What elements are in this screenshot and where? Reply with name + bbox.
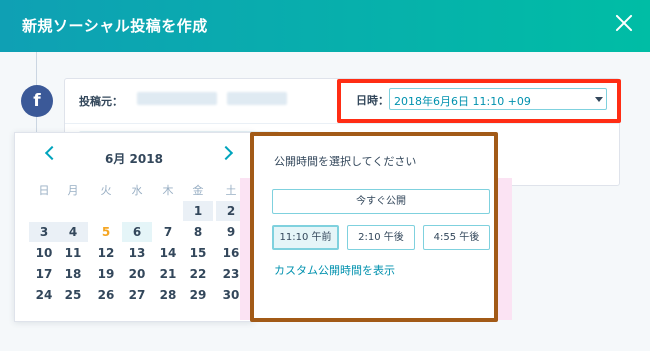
time-picker-title: 公開時間を選択してください [274, 155, 417, 168]
highlight-box-red [337, 79, 621, 123]
chevron-right-icon[interactable] [218, 145, 234, 161]
card-divider [65, 123, 619, 124]
calendar-day[interactable]: 17 [29, 264, 59, 284]
calendar-day[interactable]: 29 [183, 285, 213, 305]
weekday-label: 火 [100, 184, 112, 197]
close-icon[interactable] [614, 13, 634, 33]
source-label: 投稿元： [79, 95, 123, 108]
weekday-label: 木 [162, 184, 174, 197]
calendar-day[interactable]: 7 [153, 222, 183, 242]
calendar-day[interactable]: 15 [183, 243, 213, 263]
blurred-account [137, 92, 217, 105]
facebook-icon: f [21, 85, 53, 117]
time-option-button[interactable]: 11:10 午前 [272, 225, 339, 250]
calendar-day[interactable]: 28 [153, 285, 183, 305]
calendar-day[interactable]: 6 [122, 222, 152, 242]
calendar-day[interactable]: 18 [58, 264, 88, 284]
time-picker-popover: 公開時間を選択してください 今すぐ公開 11:10 午前 2:10 午後 4:5… [250, 132, 498, 322]
calendar-day[interactable]: 12 [91, 243, 121, 263]
weekday-label: 水 [131, 184, 143, 197]
calendar-day[interactable]: 20 [122, 264, 152, 284]
calendar-day[interactable]: 21 [153, 264, 183, 284]
calendar-day[interactable]: 19 [91, 264, 121, 284]
modal-title: 新規ソーシャル投稿を作成 [22, 17, 208, 35]
calendar-month: 6月 2018 [105, 152, 163, 166]
calendar-day[interactable]: 8 [183, 222, 213, 242]
calendar-day[interactable]: 10 [29, 243, 59, 263]
time-option-button[interactable]: 2:10 午後 [347, 225, 415, 250]
calendar-day[interactable]: 26 [91, 285, 121, 305]
weekday-label: 金 [192, 184, 204, 197]
custom-time-link[interactable]: カスタム公開時間を表示 [274, 262, 395, 278]
calendar-day[interactable]: 1 [183, 201, 213, 221]
calendar-day[interactable]: 27 [122, 285, 152, 305]
calendar-day[interactable]: 22 [183, 264, 213, 284]
calendar-day[interactable]: 11 [58, 243, 88, 263]
calendar-dropdown: 6月 2018 日月火水木金土 1 2 3 4 5 6 7 8 9 10 11 12 13 14 15 16 17… [14, 132, 254, 322]
weekday-label: 日 [38, 184, 50, 197]
chevron-left-icon[interactable] [44, 145, 60, 161]
time-option-button[interactable]: 4:55 午後 [423, 225, 490, 250]
calendar-day[interactable]: 25 [58, 285, 88, 305]
weekday-label: 月 [67, 184, 79, 197]
calendar-day[interactable]: 5 [91, 222, 121, 242]
modal-header: 新規ソーシャル投稿を作成 [0, 0, 650, 52]
calendar-day[interactable]: 13 [122, 243, 152, 263]
calendar-day[interactable]: 14 [153, 243, 183, 263]
publish-now-button[interactable]: 今すぐ公開 [272, 189, 490, 214]
blurred-account [227, 92, 287, 105]
calendar-day[interactable]: 3 [29, 222, 59, 242]
calendar-day[interactable]: 4 [58, 222, 88, 242]
calendar-day[interactable]: 24 [29, 285, 59, 305]
